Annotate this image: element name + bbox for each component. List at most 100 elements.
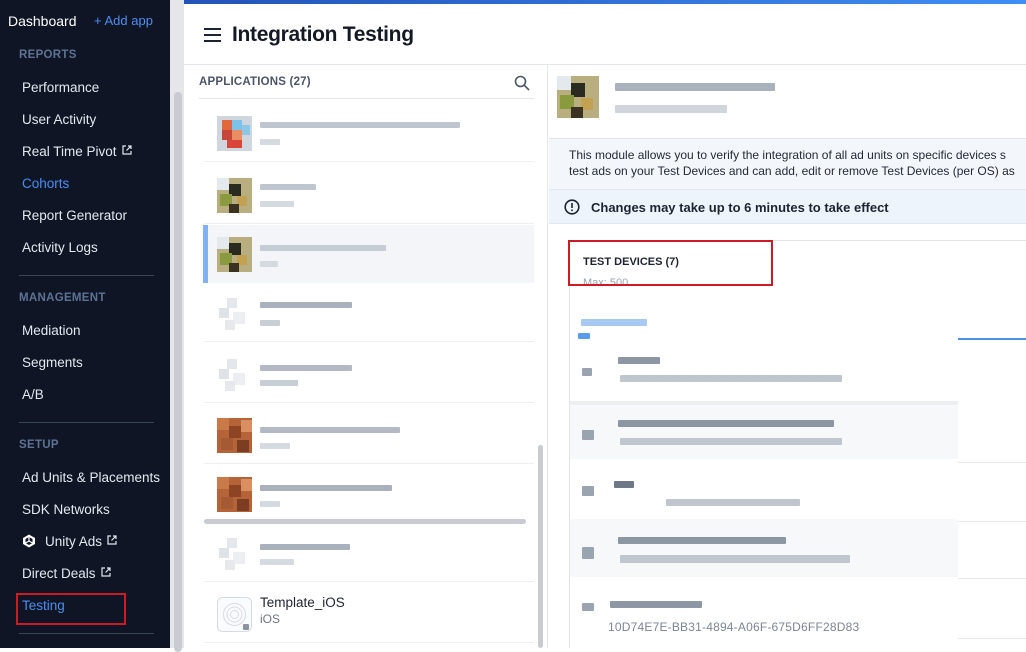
- sidebar-item-direct-deals[interactable]: Direct Deals: [22, 566, 111, 581]
- sidebar-item-unity-ads[interactable]: Unity Ads: [22, 534, 117, 549]
- app-list-item[interactable]: [204, 524, 534, 582]
- app-list-item[interactable]: [204, 465, 534, 523]
- sidebar: Dashboard + Add app REPORTS Performance …: [0, 0, 170, 648]
- blurred-device-name: [614, 481, 634, 488]
- blurred-app-name: [260, 365, 352, 371]
- warning-banner: Changes may take up to 6 minutes to take…: [549, 190, 1026, 224]
- row-divider: [204, 642, 534, 643]
- row-divider: [204, 402, 534, 403]
- hamburger-menu-icon[interactable]: [204, 28, 221, 42]
- page-title: Integration Testing: [232, 23, 414, 46]
- sidebar-scrollbar[interactable]: [174, 92, 182, 652]
- app-platform: iOS: [260, 612, 281, 626]
- app-list-item[interactable]: [204, 284, 534, 342]
- sidebar-item-activity-logs[interactable]: Activity Logs: [22, 240, 98, 255]
- detail-panel: This module allows you to verify the int…: [549, 65, 1026, 648]
- sidebar-item-report-generator[interactable]: Report Generator: [22, 208, 127, 223]
- blurred-app-os: [260, 201, 294, 207]
- divider: [958, 521, 1026, 522]
- warning-text: Changes may take up to 6 minutes to take…: [591, 200, 889, 215]
- app-list-item[interactable]: [204, 345, 534, 403]
- search-icon[interactable]: [514, 75, 530, 91]
- app-thumbnail: [217, 296, 252, 331]
- row-divider: [204, 161, 534, 162]
- external-link-icon: [107, 535, 117, 545]
- page-header: Integration Testing: [184, 4, 1026, 65]
- app-list-item[interactable]: [204, 104, 534, 162]
- blurred-device-icon: [582, 430, 594, 440]
- blurred-app-os: [260, 261, 278, 267]
- device-row[interactable]: [570, 343, 958, 401]
- app-name: Template_iOS: [260, 595, 345, 610]
- app-thumbnail: [217, 477, 252, 512]
- sidebar-item-performance[interactable]: Performance: [22, 80, 99, 95]
- blurred-app-name: [260, 427, 400, 433]
- device-row-last[interactable]: 10D74E7E-BB31-4894-A06F-675D6FF28D83: [570, 581, 958, 639]
- device-id: 10D74E7E-BB31-4894-A06F-675D6FF28D83: [608, 620, 860, 634]
- app-placeholder-icon: [217, 597, 252, 632]
- sidebar-item-user-activity[interactable]: User Activity: [22, 112, 96, 127]
- sidebar-divider: [19, 633, 154, 634]
- row-divider: [204, 463, 534, 464]
- blurred-device-icon: [582, 486, 594, 496]
- blurred-app-title: [615, 83, 775, 91]
- app-thumbnail: [217, 116, 252, 151]
- sidebar-item-label: Direct Deals: [22, 566, 96, 581]
- blurred-app-subtitle: [615, 105, 727, 113]
- sidebar-item-ab[interactable]: A/B: [22, 387, 44, 402]
- sidebar-dashboard-link[interactable]: Dashboard: [8, 13, 77, 29]
- blurred-device-icon: [582, 368, 592, 376]
- tab-underline: [958, 338, 1026, 340]
- external-link-icon: [121, 145, 132, 155]
- app-list-item[interactable]: [204, 406, 534, 464]
- highlight-box-testing: [16, 593, 126, 625]
- blurred-app-os: [260, 559, 294, 565]
- sidebar-item-cohorts[interactable]: Cohorts: [22, 176, 69, 191]
- sidebar-item-label: Unity Ads: [45, 534, 103, 549]
- sidebar-divider: [19, 275, 154, 276]
- blurred-device-name: [618, 420, 834, 427]
- description-line: test ads on your Test Devices and can ad…: [569, 164, 1015, 178]
- sidebar-item-mediation[interactable]: Mediation: [22, 323, 81, 338]
- app-thumbnail: [217, 418, 252, 453]
- blurred-app-os: [260, 320, 280, 326]
- blurred-device-name: [610, 601, 702, 608]
- section-heading-setup: SETUP: [19, 439, 59, 451]
- unity-logo-icon: [23, 534, 35, 548]
- blurred-device-icon: [582, 603, 594, 611]
- divider: [958, 578, 1026, 579]
- blurred-app-os: [260, 443, 290, 449]
- sidebar-divider: [19, 422, 154, 423]
- blurred-app-name: [260, 544, 350, 550]
- app-list-item-selected[interactable]: [203, 225, 534, 283]
- blurred-device-id: [666, 499, 800, 506]
- sidebar-item-label: Real Time Pivot: [22, 144, 117, 159]
- test-devices-card: TEST DEVICES (7) Max: 500 10D74E7E-BB31-…: [569, 240, 1026, 648]
- app-list-item-template-ios[interactable]: Template_iOS iOS: [204, 585, 534, 643]
- device-row[interactable]: [570, 401, 958, 459]
- blurred-app-name: [260, 184, 316, 190]
- app-thumbnail: [217, 237, 252, 272]
- module-info-box: This module allows you to verify the int…: [549, 138, 1026, 190]
- sidebar-item-sdk-networks[interactable]: SDK Networks: [22, 502, 110, 517]
- blurred-app-name: [260, 122, 460, 128]
- divider: [958, 462, 1026, 463]
- device-row[interactable]: [570, 461, 958, 519]
- row-divider: [204, 341, 534, 342]
- sidebar-item-ad-units[interactable]: Ad Units & Placements: [22, 470, 160, 485]
- app-thumbnail: [217, 178, 252, 213]
- vertical-scrollbar[interactable]: [538, 445, 543, 648]
- sidebar-item-segments[interactable]: Segments: [22, 355, 83, 370]
- blurred-device-id: [620, 555, 850, 563]
- section-heading-management: MANAGEMENT: [19, 292, 106, 304]
- external-link-icon: [100, 567, 111, 577]
- add-app-link[interactable]: + Add app: [94, 13, 153, 28]
- blurred-tab-indicator: [578, 333, 590, 339]
- blurred-device-name: [618, 357, 660, 364]
- sidebar-item-real-time-pivot[interactable]: Real Time Pivot: [22, 144, 132, 159]
- description-line: This module allows you to verify the int…: [569, 148, 1006, 162]
- app-list-item[interactable]: [204, 166, 534, 224]
- device-row[interactable]: [570, 519, 958, 577]
- module-description: This module allows you to verify the int…: [569, 147, 1026, 179]
- blurred-tab-label[interactable]: [581, 319, 647, 326]
